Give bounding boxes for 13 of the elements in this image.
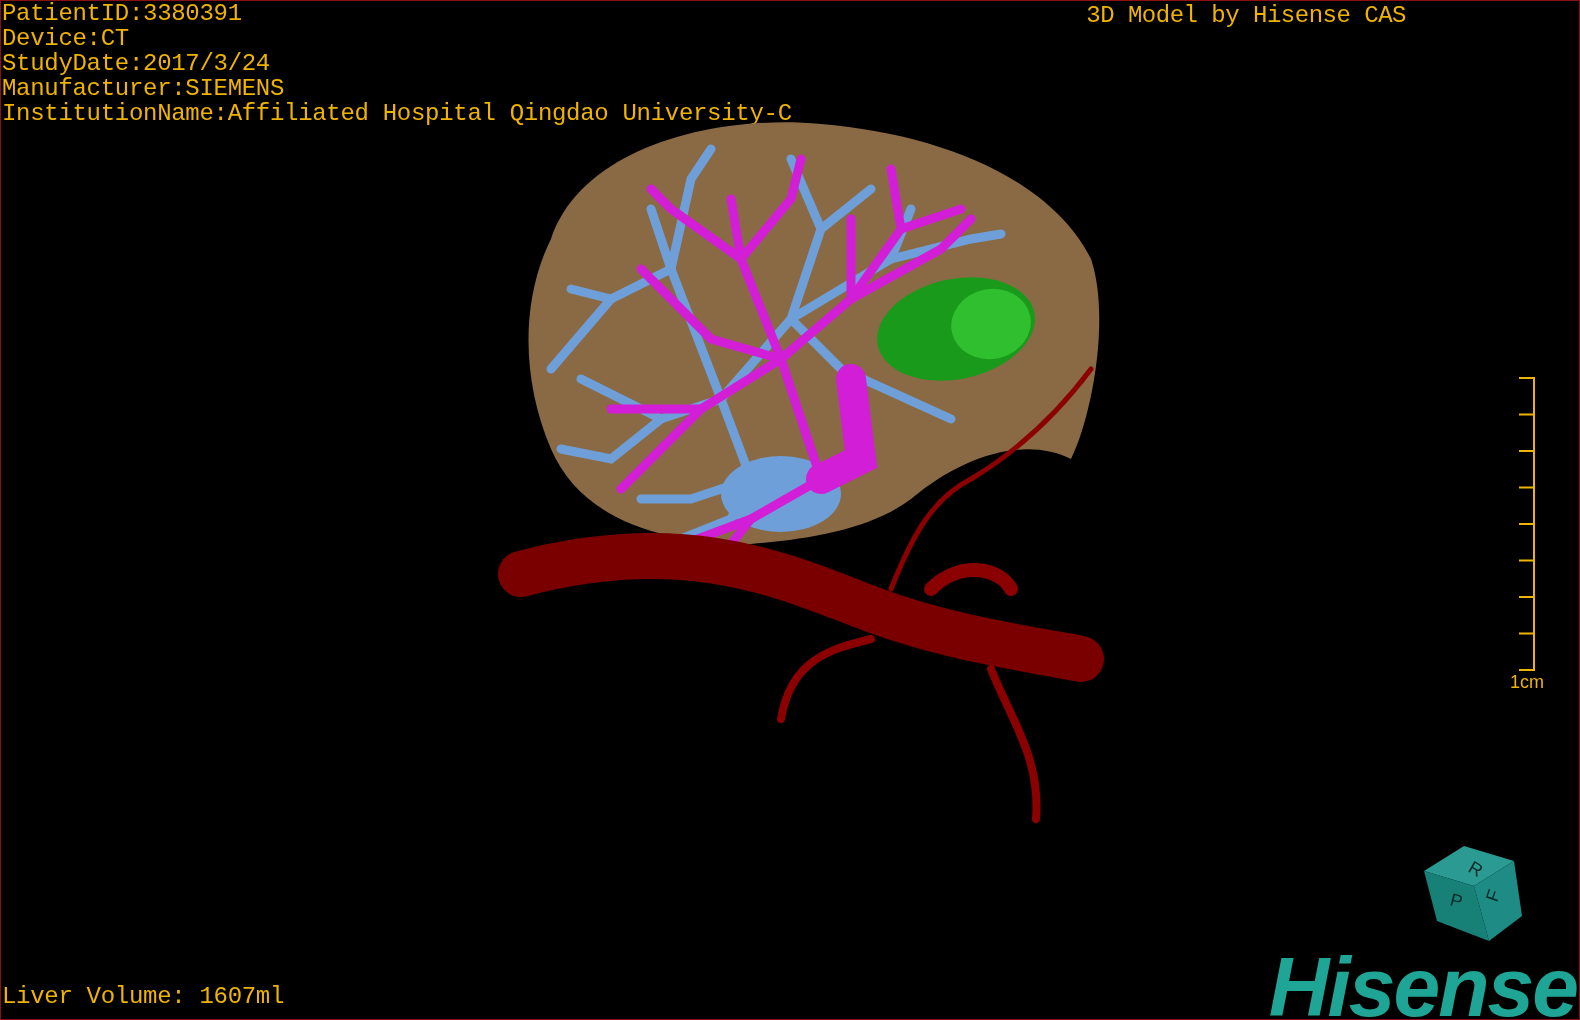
brand-logo: Hisense: [1268, 951, 1577, 1020]
orientation-cube[interactable]: [1424, 846, 1522, 941]
cube-face-label: R: [1465, 857, 1487, 881]
patient-info-line: InstitutionName:Affiliated Hospital Qingdao University-C: [2, 101, 792, 126]
model-title: 3D Model by Hisense CAS: [1086, 1, 1406, 31]
liver-volume: Liver Volume: 1607ml: [2, 983, 285, 1011]
scale-label: 1cm: [1510, 672, 1544, 692]
cube-face-label: P: [1447, 889, 1465, 912]
patient-info-line: PatientID:3380391: [2, 1, 243, 26]
patient-info-line: StudyDate:2017/3/24: [2, 51, 271, 76]
patient-info-line: Manufacturer:SIEMENS: [2, 76, 286, 101]
cube-face-label: F: [1481, 887, 1505, 905]
patient-info-line: Device:CT: [2, 26, 130, 51]
